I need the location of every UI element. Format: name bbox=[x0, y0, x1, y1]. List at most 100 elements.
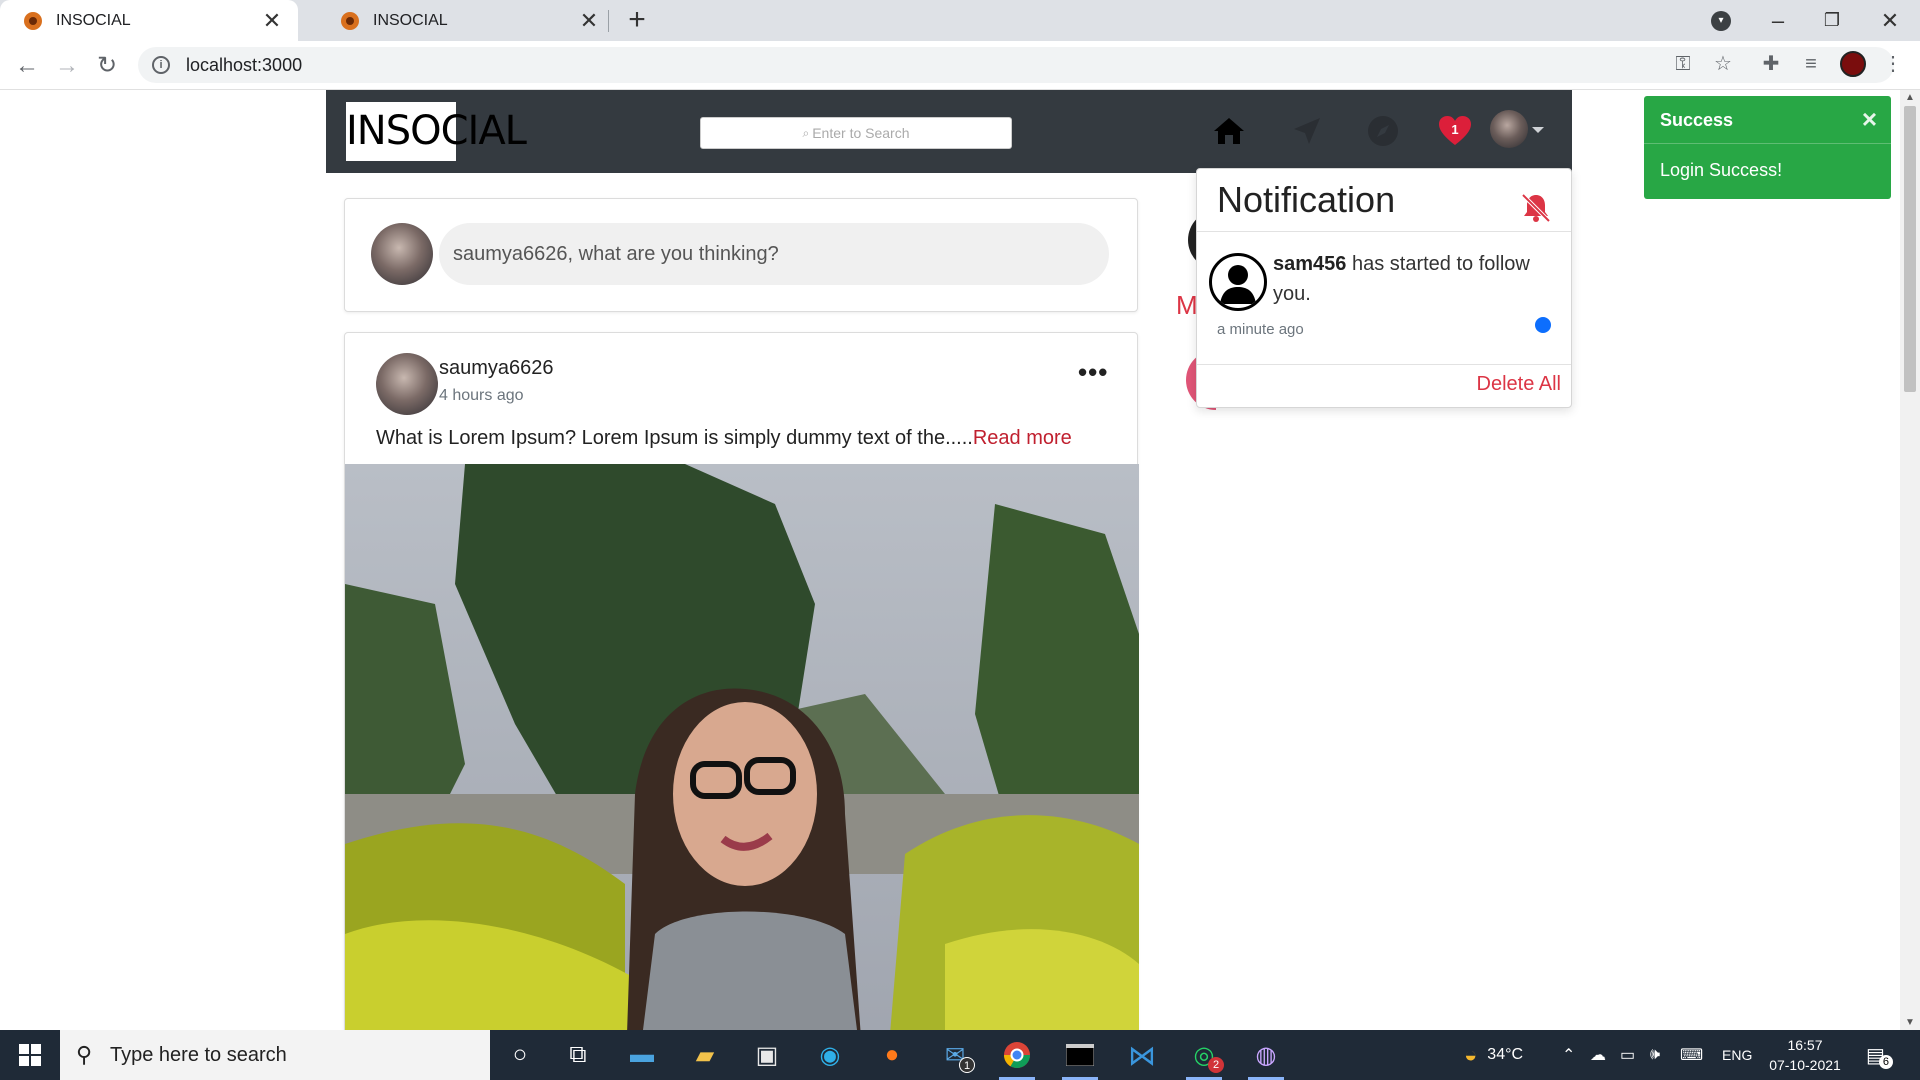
weather-widget[interactable]: ◒ 34°C bbox=[1464, 1030, 1523, 1080]
firefox-icon[interactable]: ● bbox=[870, 1035, 914, 1075]
tab-title: INSOCIAL bbox=[56, 11, 131, 29]
site-info-icon[interactable]: i bbox=[152, 56, 170, 74]
app-navbar: INSOCIAL ⌕ Enter to Search 1 bbox=[326, 90, 1572, 173]
browser-toolbar: ← → ↻ i localhost:3000 bbox=[0, 41, 1920, 90]
battery-icon[interactable]: ▭ bbox=[1620, 1030, 1635, 1080]
taskbar-search-placeholder: Type here to search bbox=[110, 1043, 287, 1066]
close-window-button[interactable]: ✕ bbox=[1864, 0, 1916, 41]
notification-user[interactable]: sam456 bbox=[1273, 253, 1346, 275]
extensions-icon[interactable]: ✚ bbox=[1756, 49, 1786, 79]
notification-item[interactable]: sam456 has started to follow you. bbox=[1273, 249, 1553, 309]
explore-compass-icon[interactable] bbox=[1362, 110, 1404, 152]
tab-close-icon[interactable]: ✕ bbox=[577, 8, 601, 34]
search-icon: ⚲ bbox=[76, 1042, 93, 1067]
cortana-icon[interactable]: ○ bbox=[498, 1035, 542, 1075]
search-placeholder: Enter to Search bbox=[812, 125, 910, 141]
chrome-icon[interactable] bbox=[995, 1035, 1039, 1080]
windows-start-icon[interactable] bbox=[0, 1030, 60, 1080]
taskbar-search-input[interactable]: ⚲ Type here to search bbox=[60, 1030, 490, 1080]
weather-temp: 34°C bbox=[1487, 1046, 1524, 1063]
post-text: What is Lorem Ipsum? Lorem Ipsum is simp… bbox=[376, 427, 1072, 450]
windows-taskbar: ⚲ Type here to search ○ ⧉ ▬ ▰ ▣ ◉ ● ✉ 1 … bbox=[0, 1030, 1920, 1080]
user-placeholder-icon[interactable] bbox=[1209, 253, 1267, 311]
post-timestamp: 4 hours ago bbox=[439, 387, 524, 404]
post-image[interactable] bbox=[345, 464, 1139, 1030]
media-control-icon[interactable]: ≡ bbox=[1796, 49, 1826, 79]
show-hidden-icons[interactable]: ⌃ bbox=[1562, 1030, 1575, 1080]
tab-close-icon[interactable]: ✕ bbox=[260, 8, 284, 34]
page-viewport: INSOCIAL ⌕ Enter to Search 1 saumya6626,… bbox=[0, 90, 1900, 1030]
restore-button[interactable]: ❐ bbox=[1806, 0, 1858, 41]
minimize-button[interactable]: – bbox=[1752, 0, 1804, 41]
avatar bbox=[371, 223, 433, 285]
address-bar[interactable]: i localhost:3000 bbox=[138, 47, 1894, 83]
scroll-up-icon[interactable]: ▲ bbox=[1905, 92, 1915, 103]
terminal-icon[interactable] bbox=[1058, 1035, 1102, 1080]
back-icon[interactable]: ← bbox=[10, 49, 44, 83]
desktop-app-icon[interactable]: ▬ bbox=[620, 1035, 664, 1075]
notification-dropdown: Notification sam456 has started to follo… bbox=[1196, 168, 1572, 408]
delete-all-button[interactable]: Delete All bbox=[1477, 373, 1562, 396]
task-view-icon[interactable]: ⧉ bbox=[556, 1035, 600, 1075]
post-menu-icon[interactable]: ••• bbox=[1078, 357, 1108, 388]
edge-icon[interactable]: ◉ bbox=[808, 1035, 852, 1075]
post-author-name[interactable]: saumya6626 bbox=[439, 357, 554, 380]
vscode-icon[interactable]: ⋈ bbox=[1120, 1035, 1164, 1075]
notification-title: Notification bbox=[1217, 179, 1396, 220]
tab-title: INSOCIAL bbox=[373, 11, 448, 29]
system-clock[interactable]: 16:57 07-10-2021 bbox=[1762, 1035, 1848, 1075]
menu-kebab-icon[interactable]: ⋮ bbox=[1878, 49, 1908, 79]
home-icon[interactable] bbox=[1208, 110, 1250, 152]
keyboard-icon[interactable]: ⌨ bbox=[1680, 1030, 1703, 1080]
search-icon: ⌕ bbox=[802, 125, 810, 140]
browser-tab-bar: INSOCIAL ✕ INSOCIAL ✕ + ▾ – ❐ ✕ bbox=[0, 0, 1920, 41]
file-explorer-icon[interactable]: ▰ bbox=[683, 1035, 727, 1075]
browser-tab-inactive[interactable]: INSOCIAL ✕ bbox=[317, 0, 615, 41]
volume-icon[interactable]: 🕪 bbox=[1650, 1030, 1660, 1080]
tab-search-icon[interactable]: ▾ bbox=[1711, 11, 1731, 31]
user-avatar[interactable] bbox=[1490, 110, 1528, 148]
status-composer-card: saumya6626, what are you thinking? bbox=[344, 198, 1138, 312]
key-icon[interactable]: ⚿ bbox=[1668, 49, 1698, 79]
bell-slash-icon[interactable] bbox=[1519, 191, 1553, 225]
reload-icon[interactable]: ↻ bbox=[90, 49, 124, 83]
post-body: What is Lorem Ipsum? Lorem Ipsum is simp… bbox=[376, 427, 973, 449]
toast-title: Success bbox=[1660, 110, 1734, 130]
new-tab-button[interactable]: + bbox=[622, 4, 652, 36]
notification-heart-icon[interactable]: 1 bbox=[1434, 110, 1476, 152]
close-icon[interactable]: × bbox=[1862, 104, 1877, 135]
forward-icon[interactable]: → bbox=[50, 49, 84, 83]
clock-time: 16:57 bbox=[1787, 1037, 1823, 1053]
browser-tab-active[interactable]: INSOCIAL ✕ bbox=[0, 0, 298, 41]
page-scrollbar[interactable]: ▲ ▼ bbox=[1900, 90, 1920, 1030]
mail-badge: 1 bbox=[959, 1057, 975, 1073]
read-more-link[interactable]: Read more bbox=[973, 427, 1072, 449]
notification-count-badge: 1 bbox=[1451, 122, 1459, 137]
notification-time: a minute ago bbox=[1217, 321, 1304, 338]
chevron-down-icon[interactable] bbox=[1532, 127, 1544, 133]
action-center-icon[interactable]: ▤ 6 bbox=[1866, 1030, 1893, 1080]
github-desktop-icon[interactable]: ◍ bbox=[1244, 1035, 1288, 1080]
search-input[interactable]: ⌕ Enter to Search bbox=[700, 117, 1012, 149]
store-icon[interactable]: ▣ bbox=[745, 1035, 789, 1075]
language-indicator[interactable]: ENG bbox=[1722, 1030, 1752, 1080]
divider bbox=[1197, 231, 1571, 232]
scroll-down-icon[interactable]: ▼ bbox=[1905, 1017, 1915, 1028]
insocial-favicon-icon bbox=[341, 11, 359, 30]
send-message-icon[interactable] bbox=[1286, 110, 1328, 152]
scrollbar-thumb[interactable] bbox=[1904, 106, 1916, 392]
status-input[interactable]: saumya6626, what are you thinking? bbox=[439, 223, 1109, 285]
mail-icon[interactable]: ✉ 1 bbox=[933, 1035, 977, 1075]
whatsapp-icon[interactable]: ◎ 2 bbox=[1182, 1035, 1226, 1080]
tab-separator bbox=[608, 10, 609, 32]
unread-dot-icon bbox=[1535, 317, 1551, 333]
insocial-favicon-icon bbox=[24, 11, 42, 30]
profile-avatar[interactable] bbox=[1840, 51, 1866, 77]
url-text: localhost:3000 bbox=[186, 54, 303, 75]
success-toast: Success × Login Success! bbox=[1644, 96, 1891, 199]
bookmark-star-icon[interactable]: ☆ bbox=[1708, 49, 1738, 79]
post-author-avatar[interactable] bbox=[376, 353, 438, 415]
onedrive-cloud-icon[interactable]: ☁ bbox=[1590, 1030, 1606, 1080]
brand-logo[interactable]: INSOCIAL bbox=[346, 102, 527, 161]
weather-sun-icon: ◒ bbox=[1464, 1042, 1478, 1067]
